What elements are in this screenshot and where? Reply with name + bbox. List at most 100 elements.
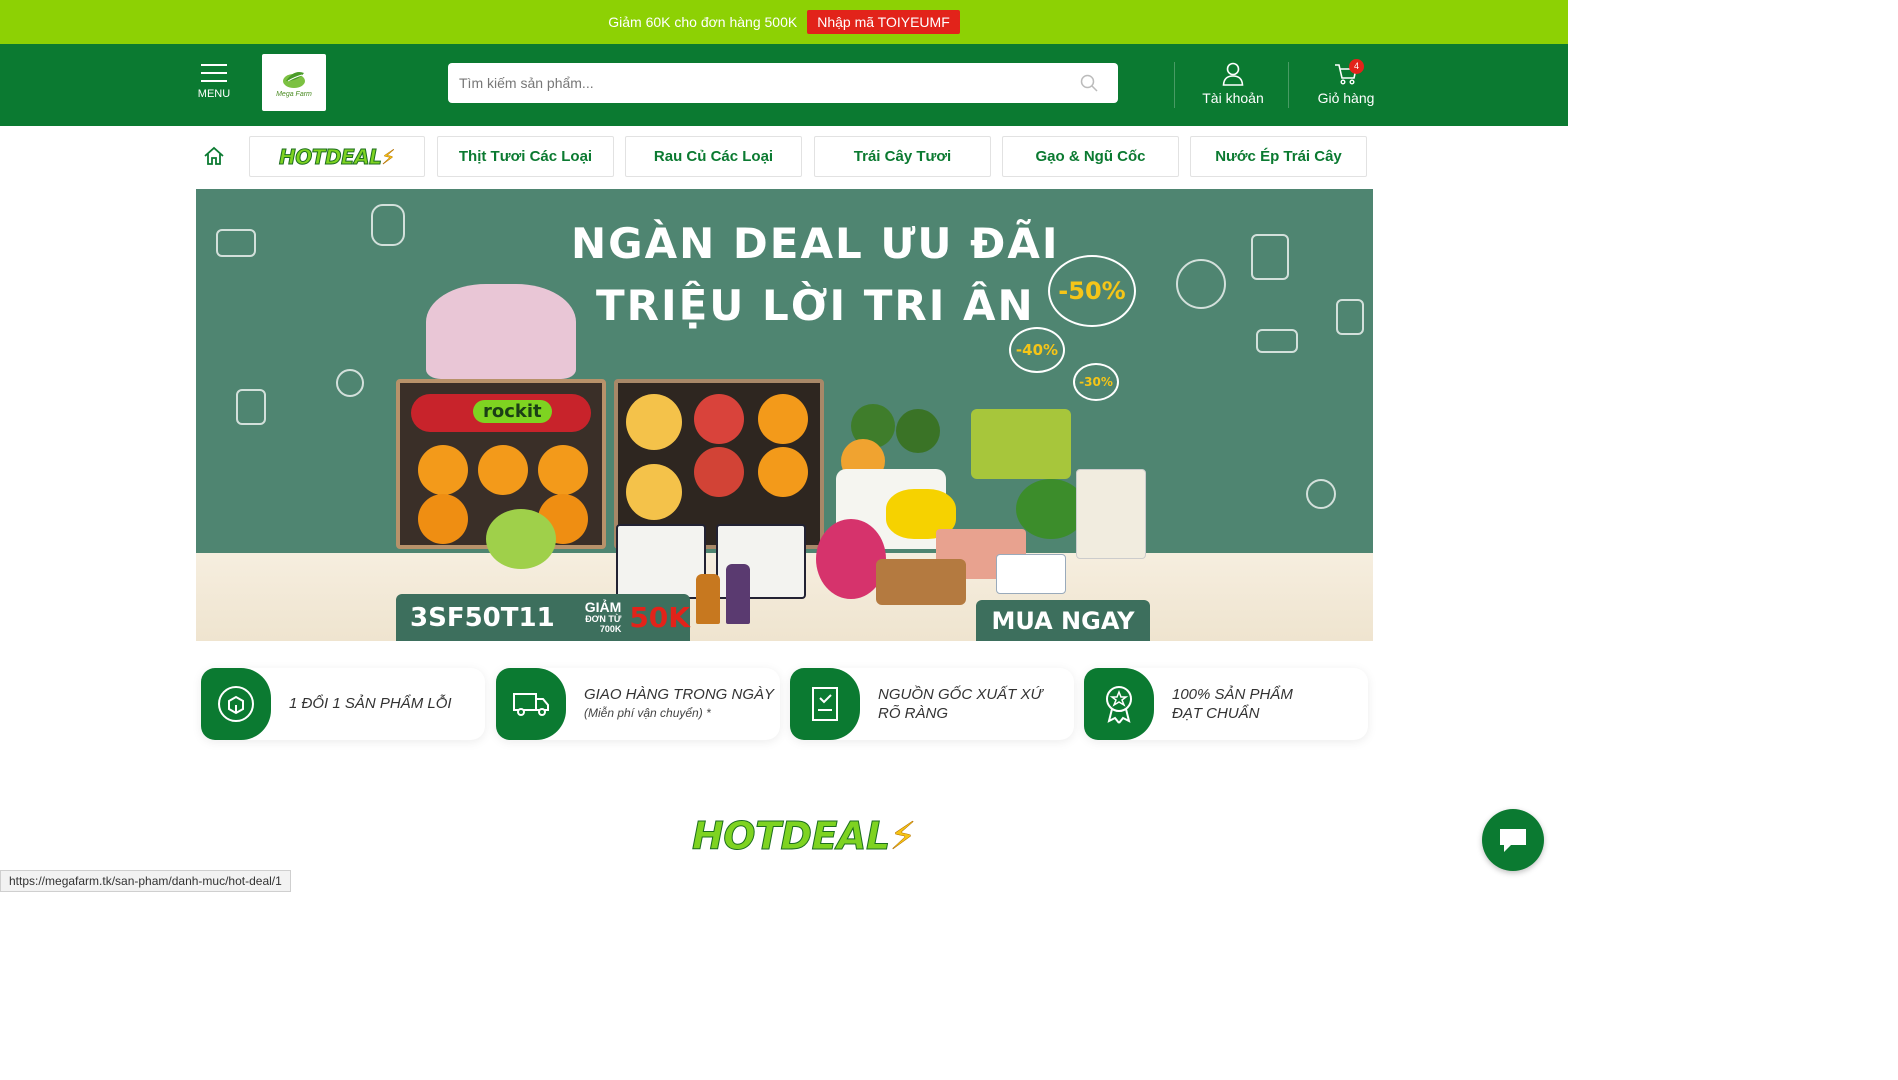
promo-code-chip[interactable]: 3SF50T11 GIẢM ĐƠN TỪ 700K 50K [396,594,690,641]
feature-title: 1 ĐỔI 1 SẢN PHẨM LỖI [289,695,452,712]
doodle-shape [216,229,256,257]
promo-code-badge[interactable]: Nhập mã TOIYEUMF [807,10,960,34]
header-divider [1174,62,1175,108]
banner-code: 3SF50T11 [410,602,555,633]
cutting-board [876,559,966,605]
nav-item[interactable]: Rau Củ Các Loại [625,136,802,177]
doodle-shape [236,389,266,425]
juice-giftbox [616,524,706,599]
orange-fruit [478,445,528,495]
nav-item[interactable]: Gạo & Ngũ Cốc [1002,136,1179,177]
banner-headline-2: TRIỆU LỜI TRI ÂN [596,281,1035,330]
header-divider [1288,62,1289,108]
nav-item-label: Nước Ép Trái Cây [1215,148,1342,165]
menu-label: MENU [197,88,231,100]
doodle-shape [1256,329,1298,353]
flower-bouquet [426,284,576,379]
home-icon[interactable] [203,145,225,167]
juice-bottle [726,564,750,624]
cart-count-badge: 4 [1349,59,1364,74]
hotdeal-nav-text: HOTDEAL [279,144,383,169]
return-box-icon [201,668,271,740]
banner-code-note-text: ĐƠN TỪ 700K [585,614,622,635]
orange-fruit [758,394,808,444]
cart-link[interactable]: 4 Giỏ hàng [1309,59,1383,106]
hamburger-icon [197,64,231,82]
certificate-icon [790,668,860,740]
logo-text: Mega Farm [276,91,312,98]
juice-bottle [696,574,720,624]
promo-bar: Giảm 60K cho đơn hàng 500K Nhập mã TOIYE… [0,0,1568,44]
feature-title-line2: ĐẠT CHUẨN [1172,705,1260,722]
banner-code-value: 50K [629,601,690,634]
hotdeal-section-title: HOTDEAL⚡ [692,814,917,859]
orange-fruit [418,445,468,495]
chat-icon [1500,829,1526,852]
feature-subtitle: (Miễn phí vận chuyển) * [584,706,711,720]
lightning-icon: ⚡ [381,144,396,169]
delivery-truck-icon [496,668,566,740]
hotdeal-nav-label: HOTDEAL⚡ [279,144,396,169]
nav-item-label: Gạo & Ngũ Cốc [1035,148,1146,165]
chat-button[interactable] [1482,809,1544,871]
award-medal-icon [1084,668,1154,740]
feature-card: 100% SẢN PHẨM ĐẠT CHUẨN [1084,668,1368,740]
nav-item-label: Trái Cây Tươi [853,148,952,165]
feature-title: GIAO HÀNG TRONG NGÀY [584,686,775,703]
discount-40-badge: -40% [1009,327,1065,373]
banner-headline-1: NGÀN DEAL ƯU ĐÃI [571,219,1060,268]
site-logo[interactable]: Mega Farm [262,54,326,111]
feature-title-line2: RÕ RÀNG [878,705,949,722]
hero-banner[interactable]: NGÀN DEAL ƯU ĐÃI TRIỆU LỜI TRI ÂN -50% -… [196,189,1373,641]
apple-fruit [694,447,744,497]
doodle-shape [371,204,405,246]
rockit-label: rockit [473,400,552,423]
fishball-pack [996,554,1066,594]
feature-text: GIAO HÀNG TRONG NGÀY (Miễn phí vận chuyể… [584,685,774,723]
feature-title: NGUỒN GỐC XUẤT XỨ [878,686,1043,703]
search-bar [448,63,1118,103]
apple-fruit [694,394,744,444]
rockit-apples: rockit [411,394,591,432]
nav-item-label: Thịt Tươi Các Loại [458,148,593,165]
account-link[interactable]: Tài khoản [1196,62,1270,106]
feature-text: 100% SẢN PHẨM ĐẠT CHUẨN [1172,685,1293,723]
nav-item[interactable]: Trái Cây Tươi [814,136,991,177]
orange-fruit [758,447,808,497]
search-input[interactable] [459,75,1059,91]
orange-fruit [418,494,468,544]
buy-now-button[interactable]: MUA NGAY [976,600,1150,641]
feature-card: NGUỒN GỐC XUẤT XỨ RÕ RÀNG [790,668,1074,740]
leaf-logo-icon [283,72,305,88]
nav-item-label: Rau Củ Các Loại [653,148,774,165]
hotdeal-section-text: HOTDEAL [692,814,891,859]
discount-30-badge: -30% [1073,363,1119,401]
banner-code-giam: GIẢM [584,598,622,615]
pear-fruit [626,464,682,520]
feature-card: 1 ĐỔI 1 SẢN PHẨM LỖI [201,668,485,740]
search-icon[interactable] [1080,74,1098,92]
promo-text: Giảm 60K cho đơn hàng 500K [608,14,798,30]
doodle-shape [336,369,364,397]
pear-fruit [626,394,682,450]
orange-fruit [538,445,588,495]
doodle-shape [1251,234,1289,280]
lime-fruit [896,409,940,453]
doodle-shape [1176,259,1226,309]
nav-item[interactable]: Thịt Tươi Các Loại [437,136,614,177]
menu-button[interactable]: MENU [197,64,231,100]
site-header: MENU Mega Farm Tài khoản 4 Giỏ hàng [0,44,1568,126]
doodle-shape [1336,299,1364,335]
account-label: Tài khoản [1202,90,1264,106]
nav-item[interactable]: Nước Ép Trái Cây [1190,136,1367,177]
feature-title: 100% SẢN PHẨM [1172,686,1293,703]
nav-hotdeal[interactable]: HOTDEAL⚡ [249,136,425,177]
doodle-shape [1306,479,1336,509]
banner-code-note: GIẢM ĐƠN TỪ 700K [563,598,622,635]
grape-basket [486,509,556,569]
kiwi-tray [971,409,1071,479]
feature-text: NGUỒN GỐC XUẤT XỨ RÕ RÀNG [878,685,1042,723]
seafood-pack [1076,469,1146,559]
lightning-icon: ⚡ [889,814,916,859]
status-url: https://megafarm.tk/san-pham/danh-muc/ho… [0,870,291,892]
